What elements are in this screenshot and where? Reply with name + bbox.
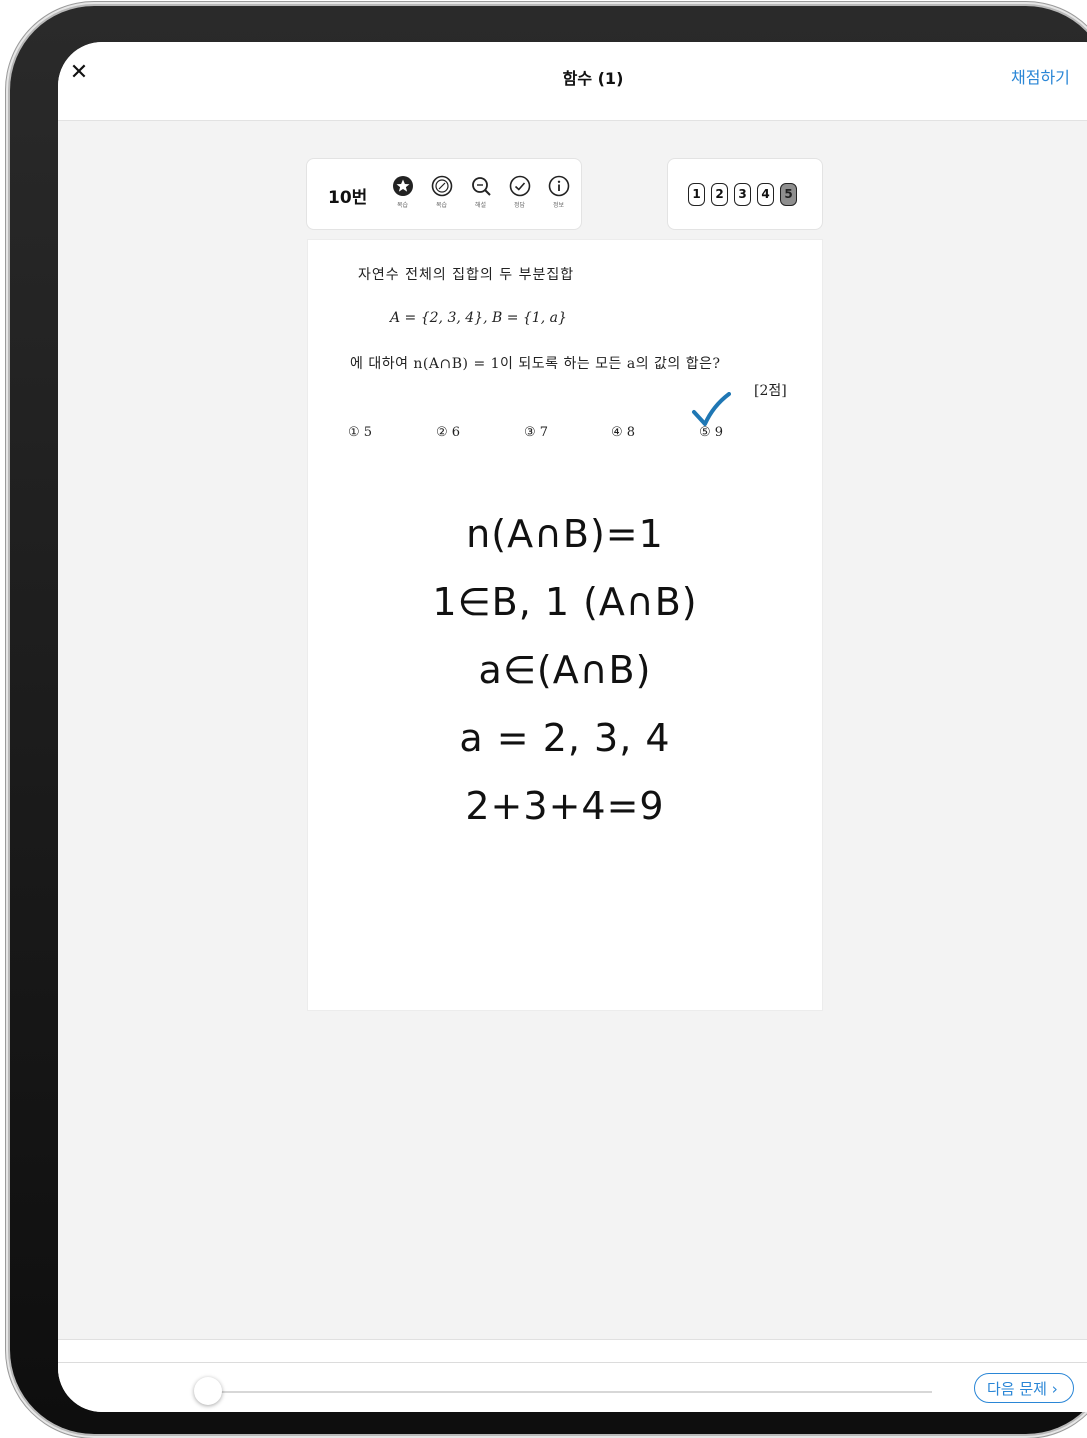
handwritten-line-5: 2+3+4=9 <box>465 784 665 828</box>
problem-page[interactable]: 자연수 전체의 집합의 두 부분집합 A = {2, 3, 4}, B = {1… <box>307 239 823 1011</box>
answer-choice-5[interactable]: 5 <box>780 183 797 206</box>
question-toolbar: 10번 복습 복습 해설 정답 정보 <box>306 158 582 230</box>
tool-label: 복습 <box>435 202 448 209</box>
answer-choices: 1 2 3 4 5 <box>688 183 803 206</box>
grade-button[interactable]: 채점하기 <box>1011 64 1070 88</box>
problem-points: [2점] <box>754 383 787 399</box>
tool-label: 해설 <box>474 202 487 209</box>
check-circle-icon <box>509 175 530 197</box>
handwritten-line-1: n(A∩B)=1 <box>466 512 664 556</box>
info-icon <box>548 175 569 197</box>
bottom-bar: 다음 문제 › <box>58 1339 1087 1412</box>
info-button[interactable]: 정보 <box>539 175 578 209</box>
answer-choice-4[interactable]: 4 <box>757 183 774 206</box>
progress-slider-track[interactable] <box>208 1391 932 1393</box>
page-title: 함수 (1) <box>562 69 624 88</box>
progress-slider-thumb[interactable] <box>194 1377 222 1405</box>
divider <box>58 1362 1087 1363</box>
review-rate-button[interactable]: 복습 <box>422 175 461 209</box>
answer-choice-card: 1 2 3 4 5 <box>667 158 823 230</box>
answer-choice-1[interactable]: 1 <box>688 183 705 206</box>
option-3: ③ 7 <box>524 425 549 440</box>
problem-sets: A = {2, 3, 4}, B = {1, a} <box>390 310 567 326</box>
chevron-right-icon: › <box>1051 1380 1058 1398</box>
app-screen: ✕ 함수 (1) 채점하기 10번 복습 복습 해설 정답 정보 1 2 3 4… <box>58 42 1087 1412</box>
zoom-icon <box>471 177 491 196</box>
handwritten-line-2: 1∈B, 1 (A∩B) <box>432 580 698 624</box>
option-4: ④ 8 <box>611 425 636 440</box>
next-problem-label: 다음 문제 <box>987 1380 1047 1398</box>
handwritten-line-3: a∈(A∩B) <box>478 648 652 692</box>
answer-choice-3[interactable]: 3 <box>734 183 751 206</box>
next-problem-button[interactable]: 다음 문제 › <box>974 1373 1074 1403</box>
option-2: ② 6 <box>436 425 461 440</box>
tool-label: 복습 <box>396 202 409 209</box>
top-navigation-bar: ✕ 함수 (1) 채점하기 <box>58 42 1087 121</box>
solution-button[interactable]: 해설 <box>461 175 500 209</box>
handwritten-line-4: a = 2, 3, 4 <box>459 716 671 760</box>
star-icon <box>392 176 413 196</box>
problem-line-1: 자연수 전체의 집합의 두 부분집합 <box>358 267 575 283</box>
option-1: ① 5 <box>348 425 373 440</box>
tool-buttons: 복습 복습 해설 정답 정보 <box>383 175 578 209</box>
tool-label: 정답 <box>513 202 526 209</box>
tool-label: 정보 <box>552 202 565 209</box>
question-number: 10번 <box>328 188 368 208</box>
answer-button[interactable]: 정답 <box>500 175 539 209</box>
percent-icon <box>431 175 452 197</box>
problem-question: 에 대하여 n(A∩B) = 1이 되도록 하는 모든 a의 값의 합은? <box>350 356 721 372</box>
review-star-button[interactable]: 복습 <box>383 175 422 209</box>
check-mark-icon <box>692 392 731 426</box>
device-frame: ✕ 함수 (1) 채점하기 10번 복습 복습 해설 정답 정보 1 2 3 4… <box>10 6 1087 1434</box>
answer-choice-2[interactable]: 2 <box>711 183 728 206</box>
